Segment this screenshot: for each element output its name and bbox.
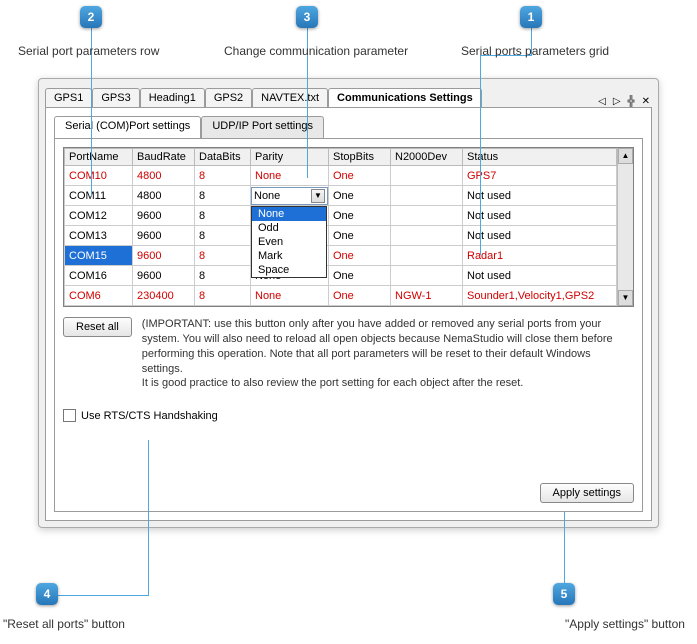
tab-heading1[interactable]: Heading1: [140, 88, 205, 107]
tab-gps1[interactable]: GPS1: [45, 88, 92, 107]
dropdown-option[interactable]: Even: [252, 235, 326, 249]
callout-label-5: "Apply settings" button: [565, 617, 685, 631]
callout-label-2: Serial port parameters row: [18, 44, 159, 58]
tabstrip: GPS1 GPS3 Heading1 GPS2 NAVTEX.txt Commu…: [45, 85, 652, 107]
callout-badge-2: 2: [80, 6, 102, 28]
tabpanel: Serial (COM)Port settings UDP/IP Port se…: [45, 107, 652, 521]
col-stopbits[interactable]: StopBits: [329, 149, 391, 166]
dropdown-option[interactable]: Mark: [252, 249, 326, 263]
subtab-udp[interactable]: UDP/IP Port settings: [201, 116, 324, 138]
tab-gps2[interactable]: GPS2: [205, 88, 252, 107]
tab-pin-icon[interactable]: ╬: [626, 96, 637, 107]
tab-next-icon[interactable]: ▷: [611, 96, 623, 107]
callout-label-1: Serial ports parameters grid: [461, 44, 609, 58]
table-row[interactable]: COM1296008OneNot used: [65, 206, 617, 226]
callout-badge-4: 4: [36, 583, 58, 605]
table-row[interactable]: COM1596008OneRadar1: [65, 246, 617, 266]
col-databits[interactable]: DataBits: [195, 149, 251, 166]
callout-badge-3: 3: [296, 6, 318, 28]
dropdown-list: None Odd Even Mark Space: [251, 206, 327, 278]
tab-navtex[interactable]: NAVTEX.txt: [252, 88, 328, 107]
scroll-up-icon[interactable]: ▲: [618, 148, 633, 164]
subpanel: PortName BaudRate DataBits Parity StopBi…: [54, 138, 643, 512]
table-row[interactable]: COM1696008NoneOneNot used: [65, 266, 617, 286]
dropdown-option[interactable]: Odd: [252, 221, 326, 235]
tab-comm-settings[interactable]: Communications Settings: [328, 88, 482, 107]
grid: PortName BaudRate DataBits Parity StopBi…: [63, 147, 634, 307]
tab-prev-icon[interactable]: ◁: [596, 96, 608, 107]
callout-label-3: Change communication parameter: [224, 44, 408, 58]
col-n2000dev[interactable]: N2000Dev: [391, 149, 463, 166]
callout-label-4: "Reset all ports" button: [3, 617, 125, 631]
callout-badge-1: 1: [520, 6, 542, 28]
tab-controls: ◁ ▷ ╬ ✕: [596, 96, 652, 107]
table-row[interactable]: COM62304008NoneOneNGW-1Sounder1,Velocity…: [65, 286, 617, 306]
col-baudrate[interactable]: BaudRate: [133, 149, 195, 166]
reset-all-button[interactable]: Reset all: [63, 317, 132, 337]
dropdown-value: None: [254, 190, 280, 202]
table-row[interactable]: COM1148008 None ▼ None Odd Even Mark: [65, 186, 617, 206]
subtab-serial[interactable]: Serial (COM)Port settings: [54, 116, 201, 139]
table-row[interactable]: COM1048008NoneOneGPS7: [65, 166, 617, 186]
tab-gps3[interactable]: GPS3: [92, 88, 139, 107]
grid-header-row: PortName BaudRate DataBits Parity StopBi…: [65, 149, 617, 166]
chevron-down-icon[interactable]: ▼: [311, 189, 325, 203]
dropdown-option[interactable]: Space: [252, 263, 326, 277]
apply-settings-button[interactable]: Apply settings: [540, 483, 634, 503]
parity-dropdown[interactable]: None ▼ None Odd Even Mark Space: [251, 187, 328, 205]
tab-close-icon[interactable]: ✕: [640, 96, 652, 107]
subtabstrip: Serial (COM)Port settings UDP/IP Port se…: [54, 116, 643, 138]
dropdown-option[interactable]: None: [252, 207, 326, 221]
table-row[interactable]: COM1396008OneNot used: [65, 226, 617, 246]
col-parity[interactable]: Parity: [251, 149, 329, 166]
col-status[interactable]: Status: [463, 149, 617, 166]
reset-note: (IMPORTANT: use this button only after y…: [142, 317, 634, 391]
callout-badge-5: 5: [553, 583, 575, 605]
handshaking-checkbox[interactable]: [63, 409, 76, 422]
col-portname[interactable]: PortName: [65, 149, 133, 166]
callout-line: [47, 595, 149, 596]
window: GPS1 GPS3 Heading1 GPS2 NAVTEX.txt Commu…: [38, 78, 659, 528]
scroll-down-icon[interactable]: ▼: [618, 290, 633, 306]
handshaking-label: Use RTS/CTS Handshaking: [81, 410, 218, 422]
scrollbar[interactable]: ▲ ▼: [617, 148, 633, 306]
